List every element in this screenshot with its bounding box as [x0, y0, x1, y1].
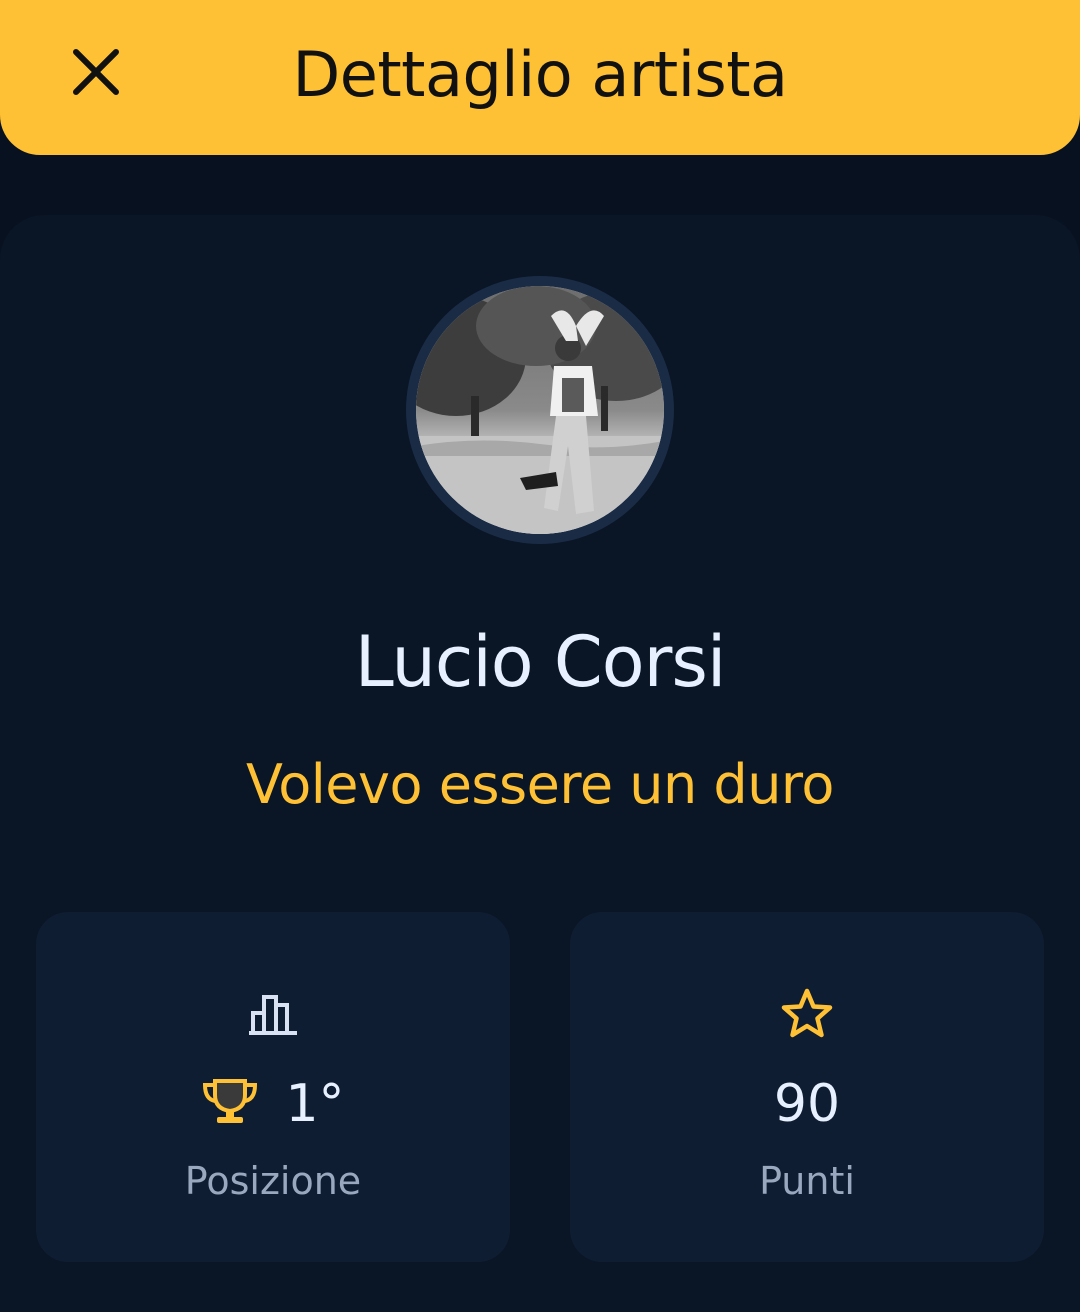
- top-app-bar: Dettaglio artista: [0, 0, 1080, 155]
- page-title: Dettaglio artista: [292, 38, 788, 111]
- position-stat-card: 1° Posizione: [36, 912, 510, 1262]
- points-stat-card: 90 Punti: [570, 912, 1044, 1262]
- star-icon: [570, 984, 1044, 1044]
- artist-avatar: [416, 286, 664, 534]
- artist-detail-screen: Dettaglio artista Lucio Corsi Volevo ess…: [0, 0, 1080, 1312]
- points-value: 90: [773, 1074, 841, 1134]
- artist-photo: [416, 286, 664, 534]
- position-value: 1°: [285, 1074, 345, 1134]
- position-label: Posizione: [184, 1159, 362, 1203]
- song-title: Volevo essere un duro: [246, 753, 834, 816]
- artist-name: Lucio Corsi: [354, 621, 727, 703]
- bar-chart-icon: [36, 984, 510, 1044]
- trophy-icon: [201, 1079, 259, 1129]
- points-label: Punti: [759, 1159, 855, 1203]
- points-value-row: 90: [570, 1072, 1044, 1136]
- position-value-row: 1°: [36, 1072, 510, 1136]
